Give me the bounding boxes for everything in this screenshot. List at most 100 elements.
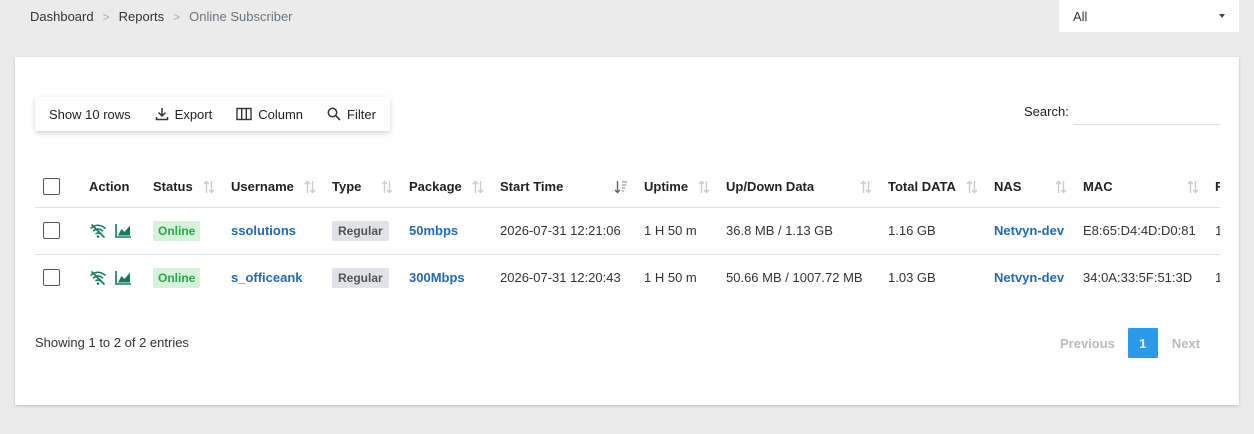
mac-cell: E8:65:D4:4D:D0:81 — [1075, 207, 1207, 255]
next-page-button[interactable]: Next — [1172, 336, 1200, 351]
type-cell: Regular — [324, 254, 401, 299]
sort-icon — [860, 180, 872, 194]
show-rows-button[interactable]: Show 10 rows — [49, 107, 131, 122]
select-all-checkbox[interactable] — [43, 178, 60, 196]
action-cell — [81, 254, 145, 299]
search-icon — [327, 107, 341, 121]
package-link[interactable]: 50mbps — [409, 223, 458, 238]
total-data-cell: 1.16 GB — [880, 207, 986, 255]
nas-link[interactable]: Netvyn-dev — [994, 270, 1064, 285]
filter-button[interactable]: Filter — [327, 107, 376, 122]
breadcrumb: Dashboard > Reports > Online Subscriber — [30, 9, 293, 24]
total-data-cell: 1.03 GB — [880, 254, 986, 299]
updown-data-cell: 36.8 MB / 1.13 GB — [718, 207, 880, 255]
type-badge: Regular — [332, 267, 389, 288]
wifi-off-icon[interactable] — [89, 270, 107, 286]
col-updown-data-label: Up/Down Data — [726, 179, 815, 195]
username-cell: ssolutions — [223, 207, 324, 255]
extra-cell: 1 — [1207, 254, 1220, 299]
extra-cell: 1 — [1207, 207, 1220, 255]
subscriber-table: Action Status Username Type Package Star… — [35, 167, 1220, 299]
col-extra[interactable]: F — [1207, 167, 1220, 208]
wifi-off-icon[interactable] — [89, 223, 107, 239]
col-action: Action — [81, 167, 145, 208]
col-status-label: Status — [153, 179, 193, 195]
search-label: Search: — [1024, 103, 1069, 119]
search-input[interactable] — [1073, 97, 1220, 125]
col-updown-data[interactable]: Up/Down Data — [718, 167, 880, 208]
username-link[interactable]: s_officeank — [231, 270, 303, 285]
col-start-time[interactable]: Start Time — [492, 167, 636, 208]
show-rows-label: Show 10 rows — [49, 106, 131, 122]
col-type-label: Type — [332, 179, 362, 195]
select-all-cell — [35, 167, 81, 208]
previous-page-button[interactable]: Previous — [1060, 336, 1115, 351]
export-label: Export — [174, 106, 213, 122]
search-box: Search: — [1024, 97, 1220, 125]
table-container: Action Status Username Type Package Star… — [35, 167, 1220, 299]
nas-link[interactable]: Netvyn-dev — [994, 223, 1064, 238]
column-button[interactable]: Column — [236, 107, 303, 122]
mac-cell: 34:0A:33:5F:51:3D — [1075, 254, 1207, 299]
status-filter-select[interactable]: All — [1059, 0, 1239, 32]
col-total-data[interactable]: Total DATA — [880, 167, 986, 208]
table-row: Online s_officeank Regular 300Mbps 2026-… — [35, 254, 1220, 299]
row-select-cell — [35, 207, 81, 255]
uptime-cell: 1 H 50 m — [636, 207, 718, 255]
sort-desc-icon — [614, 181, 627, 194]
breadcrumb-separator: > — [173, 9, 181, 24]
sort-icon — [698, 180, 710, 194]
table-row: Online ssolutions Regular 50mbps 2026-07… — [35, 207, 1220, 255]
sort-icon — [304, 180, 316, 194]
col-status[interactable]: Status — [145, 167, 223, 208]
chart-area-icon[interactable] — [115, 270, 132, 285]
row-checkbox[interactable] — [43, 269, 60, 287]
chart-area-icon[interactable] — [115, 223, 132, 238]
row-select-cell — [35, 254, 81, 299]
package-cell: 300Mbps — [401, 254, 492, 299]
page-1-button[interactable]: 1 — [1127, 328, 1158, 358]
col-type[interactable]: Type — [324, 167, 401, 208]
status-cell: Online — [145, 254, 223, 299]
package-link[interactable]: 300Mbps — [409, 270, 465, 285]
table-header-row: Action Status Username Type Package Star… — [35, 167, 1220, 208]
action-cell — [81, 207, 145, 255]
export-button[interactable]: Export — [155, 106, 213, 122]
type-badge: Regular — [332, 220, 389, 241]
filter-label: Filter — [347, 106, 376, 122]
username-link[interactable]: ssolutions — [231, 223, 296, 238]
table-toolbar: Show 10 rows Export Column Filter — [35, 97, 390, 131]
col-username-label: Username — [231, 179, 294, 195]
column-label: Column — [258, 106, 304, 122]
breadcrumb-dashboard[interactable]: Dashboard — [30, 9, 94, 24]
status-cell: Online — [145, 207, 223, 255]
breadcrumb-reports[interactable]: Reports — [119, 9, 165, 24]
type-cell: Regular — [324, 207, 401, 255]
col-start-time-label: Start Time — [500, 179, 564, 195]
start-time-cell: 2026-07-31 12:20:43 — [492, 254, 636, 299]
sort-icon — [381, 180, 393, 194]
status-badge: Online — [153, 267, 201, 288]
row-checkbox[interactable] — [43, 222, 60, 240]
pagination: Previous 1 Next — [1060, 328, 1200, 358]
breadcrumb-current: Online Subscriber — [189, 9, 293, 24]
sort-icon — [472, 180, 484, 194]
col-package[interactable]: Package — [401, 167, 492, 208]
package-cell: 50mbps — [401, 207, 492, 255]
col-action-label: Action — [89, 179, 130, 195]
col-extra-label: F — [1215, 179, 1220, 195]
sort-icon — [203, 180, 215, 194]
status-filter-value: All — [1073, 8, 1088, 24]
table-info: Showing 1 to 2 of 2 entries — [35, 335, 189, 350]
status-badge: Online — [153, 220, 201, 241]
col-uptime-label: Uptime — [644, 179, 689, 195]
col-uptime[interactable]: Uptime — [636, 167, 718, 208]
col-username[interactable]: Username — [223, 167, 324, 208]
col-package-label: Package — [409, 179, 462, 195]
col-mac[interactable]: MAC — [1075, 167, 1207, 208]
caret-down-icon — [1219, 14, 1225, 18]
start-time-cell: 2026-07-31 12:21:06 — [492, 207, 636, 255]
sort-icon — [966, 180, 978, 194]
col-nas[interactable]: NAS — [986, 167, 1075, 208]
nas-cell: Netvyn-dev — [986, 207, 1075, 255]
